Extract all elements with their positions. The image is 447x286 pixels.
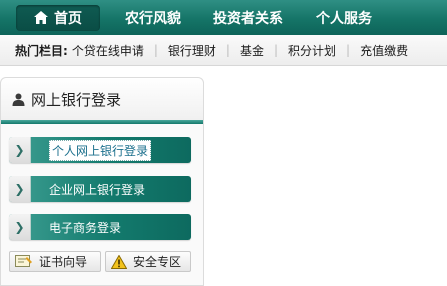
warning-icon: [111, 254, 127, 269]
nav-item-investor-relations[interactable]: 投资者关系: [213, 8, 283, 28]
chevron-right-icon: ❯: [14, 143, 25, 157]
separator: |: [153, 43, 158, 57]
certificate-icon: [15, 254, 32, 267]
panel-divider: [1, 120, 203, 124]
nav-item-personal-services[interactable]: 个人服务: [316, 8, 372, 28]
panel-title: 网上银行登录: [31, 90, 122, 109]
personal-online-banking-login-button[interactable]: ❯ 个人网上银行登录: [9, 137, 191, 163]
hot-link-funds[interactable]: 基金: [240, 42, 264, 59]
online-banking-login-panel: 网上银行登录 ❯ 个人网上银行登录 ❯ 企业网上银行登录 ❯ 电子商务登录 证书…: [0, 77, 204, 286]
user-icon: [12, 93, 25, 106]
hot-topics-title: 热门栏目:: [15, 43, 68, 58]
certificate-wizard-button[interactable]: 证书向导: [9, 251, 101, 272]
top-navigation-bar: 首页 农行风貌 投资者关系 个人服务: [0, 0, 447, 35]
arrow-box: ❯: [9, 137, 31, 163]
hot-topics-bar: 热门栏目: 个贷在线申请 | 银行理财 | 基金 | 积分计划 | 充值缴费: [0, 35, 447, 66]
panel-header: 网上银行登录: [1, 78, 203, 120]
hot-link-wealth-management[interactable]: 银行理财: [168, 42, 216, 59]
security-zone-label: 安全专区: [133, 255, 182, 269]
hot-link-loan-application[interactable]: 个贷在线申请: [72, 42, 144, 59]
nav-home-button[interactable]: 首页: [16, 4, 100, 31]
separator: |: [346, 43, 351, 57]
certificate-wizard-label: 证书向导: [39, 255, 88, 269]
separator: |: [273, 43, 278, 57]
button-label: 企业网上银行登录: [49, 182, 146, 197]
nav-item-agricultural-bank-style[interactable]: 农行风貌: [125, 8, 181, 28]
hot-link-points-program[interactable]: 积分计划: [288, 42, 336, 59]
button-label: 个人网上银行登录: [49, 139, 152, 161]
security-zone-button[interactable]: 安全专区: [105, 251, 191, 272]
arrow-box: ❯: [9, 214, 31, 240]
arrow-box: ❯: [9, 176, 31, 202]
corporate-online-banking-login-button[interactable]: ❯ 企业网上银行登录: [9, 176, 191, 202]
separator: |: [225, 43, 230, 57]
hot-link-top-up-payment[interactable]: 充值缴费: [360, 42, 408, 59]
button-label: 电子商务登录: [49, 220, 122, 235]
chevron-right-icon: ❯: [14, 182, 25, 196]
chevron-right-icon: ❯: [14, 220, 25, 234]
home-icon: [34, 11, 48, 24]
e-commerce-login-button[interactable]: ❯ 电子商务登录: [9, 214, 191, 240]
nav-home-label: 首页: [54, 10, 82, 27]
